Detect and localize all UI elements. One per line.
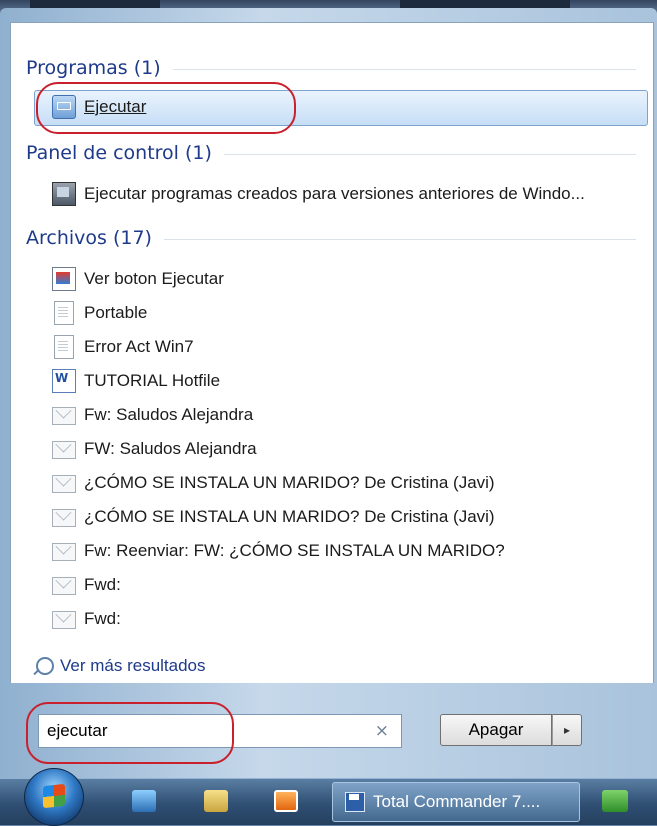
mail-icon [52, 543, 76, 561]
file-item-label: Fwd: [84, 575, 121, 594]
file-item[interactable]: Fw: Reenviar: FW: ¿CÓMO SE INSTALA UN MA… [52, 535, 652, 567]
search-icon [36, 657, 54, 675]
document-icon [54, 335, 74, 359]
clear-search-icon[interactable]: × [375, 721, 389, 741]
file-item-label: FW: Saludos Alejandra [84, 439, 257, 458]
media-player-icon[interactable] [274, 790, 298, 812]
file-item[interactable]: FW: Saludos Alejandra [52, 433, 652, 465]
section-divider [223, 153, 636, 155]
folder-icon[interactable] [204, 790, 228, 812]
section-control-panel-header[interactable]: Panel de control (1) [26, 138, 636, 168]
section-programs-header[interactable]: Programas (1) [26, 53, 636, 83]
file-item-label: Error Act Win7 [84, 337, 194, 356]
file-item-label: Fw: Saludos Alejandra [84, 405, 254, 424]
file-item-label: TUTORIAL Hotfile [84, 371, 221, 390]
file-item-label: Ver boton Ejecutar [84, 269, 224, 288]
see-more-results-label: Ver más resultados [60, 656, 206, 675]
annotation-circle-result [36, 82, 296, 134]
mail-icon [52, 441, 76, 459]
file-item[interactable]: Fw: Saludos Alejandra [52, 399, 652, 431]
file-item-label: Fwd: [84, 609, 121, 628]
shutdown-options-button[interactable]: ▸ [552, 714, 582, 746]
mail-icon [52, 509, 76, 527]
shutdown-button[interactable]: Apagar [440, 714, 552, 746]
start-button[interactable] [24, 768, 84, 826]
file-item[interactable]: Fwd: [52, 603, 652, 635]
mail-icon [52, 407, 76, 425]
file-item-label: Portable [84, 303, 148, 322]
section-divider [172, 68, 636, 70]
see-more-results-link[interactable]: Ver más resultados [36, 656, 206, 676]
picture-icon [52, 267, 76, 291]
result-item-compat[interactable]: Ejecutar programas creados para versione… [52, 178, 642, 210]
section-programs-title: Programas (1) [26, 57, 161, 79]
document-icon [54, 301, 74, 325]
compatibility-icon [52, 182, 76, 206]
result-item-label: Ejecutar programas creados para versione… [84, 184, 585, 203]
mail-icon [52, 577, 76, 595]
file-item[interactable]: Portable [52, 297, 652, 329]
annotation-circle-search [26, 702, 234, 764]
file-item[interactable]: ¿CÓMO SE INSTALA UN MARIDO? De Cristina … [52, 467, 652, 499]
file-item[interactable]: TUTORIAL Hotfile [52, 365, 652, 397]
section-files-header[interactable]: Archivos (17) [26, 223, 636, 253]
file-item[interactable]: ¿CÓMO SE INSTALA UN MARIDO? De Cristina … [52, 501, 652, 533]
file-item-label: ¿CÓMO SE INSTALA UN MARIDO? De Cristina … [84, 473, 495, 492]
section-control-panel-title: Panel de control (1) [26, 142, 212, 164]
section-files-title: Archivos (17) [26, 227, 152, 249]
file-item[interactable]: Ver boton Ejecutar [52, 263, 652, 295]
network-tray-icon[interactable] [602, 790, 628, 812]
taskbar-item-total-commander[interactable]: Total Commander 7.... [332, 782, 580, 822]
taskbar-item-label: Total Commander 7.... [373, 792, 541, 811]
desktop-icon[interactable] [132, 790, 156, 812]
file-item[interactable]: Fwd: [52, 569, 652, 601]
file-item-label: Fw: Reenviar: FW: ¿CÓMO SE INSTALA UN MA… [84, 541, 505, 560]
mail-icon [52, 611, 76, 629]
file-item-label: ¿CÓMO SE INSTALA UN MARIDO? De Cristina … [84, 507, 495, 526]
mail-icon [52, 475, 76, 493]
floppy-disk-icon [345, 792, 365, 812]
word-document-icon [52, 369, 76, 393]
section-divider [163, 238, 636, 240]
file-item[interactable]: Error Act Win7 [52, 331, 652, 363]
